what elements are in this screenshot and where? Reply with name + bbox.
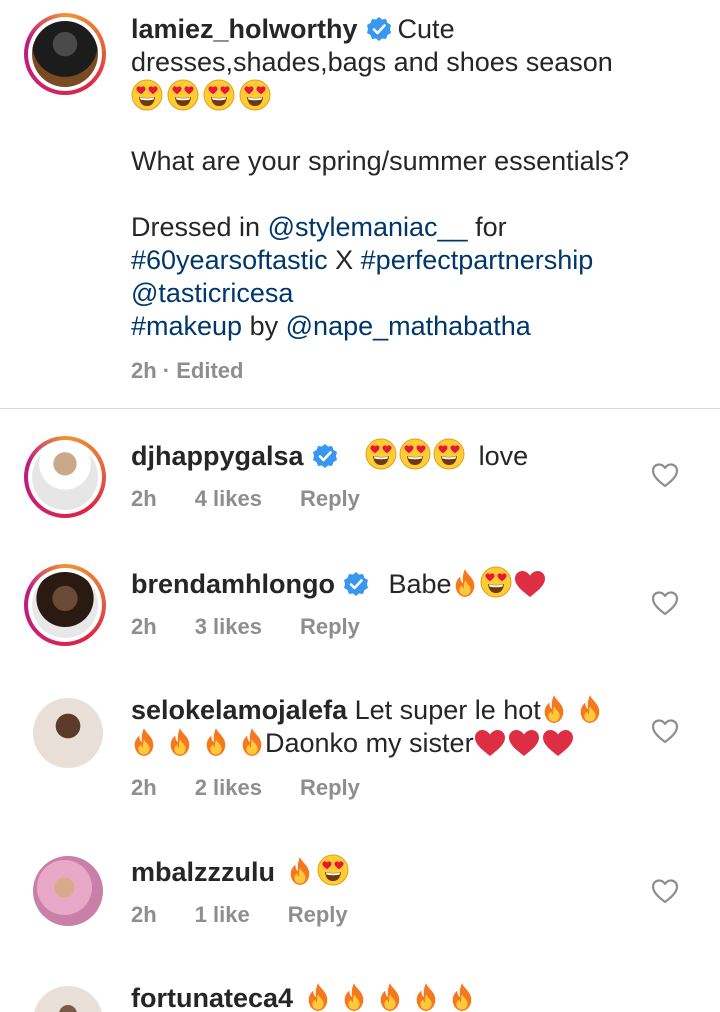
mention-nape-mathabatha[interactable]: @nape_mathabatha bbox=[286, 311, 531, 341]
caption-divider bbox=[0, 408, 720, 409]
comment-username[interactable]: mbalzzzulu bbox=[131, 857, 275, 887]
comment-username[interactable]: brendamhlongo bbox=[131, 569, 335, 599]
verified-badge-icon bbox=[343, 571, 369, 597]
emoji-row bbox=[131, 79, 691, 112]
comment-avatar[interactable] bbox=[33, 986, 103, 1012]
verified-badge-icon bbox=[366, 16, 392, 42]
comment-text: Babe bbox=[388, 569, 452, 599]
reply-button[interactable]: Reply bbox=[300, 614, 360, 639]
fire-emoji bbox=[449, 982, 475, 1012]
caption-meta: 2h · Edited bbox=[131, 358, 244, 383]
fire-emoji bbox=[577, 694, 603, 724]
verified-badge-icon bbox=[312, 443, 338, 469]
comment-time: 2h bbox=[131, 614, 157, 639]
like-heart-icon[interactable] bbox=[651, 878, 679, 904]
hashtag-60yearsoftastic[interactable]: #60yearsoftastic bbox=[131, 245, 328, 275]
heart-eyes-emoji bbox=[480, 566, 512, 598]
hashtag-makeup[interactable]: #makeup bbox=[131, 311, 242, 341]
like-heart-icon[interactable] bbox=[651, 462, 679, 488]
heart-eyes-emoji bbox=[399, 438, 431, 470]
mention-tasticricesa[interactable]: @tasticricesa bbox=[131, 278, 293, 308]
fire-emoji bbox=[203, 727, 229, 757]
comment-likes[interactable]: 4 likes bbox=[195, 486, 262, 511]
caption-by: by bbox=[249, 311, 279, 341]
fire-emoji bbox=[131, 727, 157, 757]
fire-emoji bbox=[452, 568, 478, 598]
post-caption: lamiez_holworthy Cute dresses,shades,bags… bbox=[0, 0, 720, 410]
comment-text-2: Daonko my sister bbox=[265, 728, 474, 758]
comment-meta: 2h 4 likes Reply bbox=[131, 486, 398, 512]
comment-username[interactable]: selokelamojalefa bbox=[131, 695, 347, 725]
comment-likes[interactable]: 2 likes bbox=[195, 775, 262, 800]
caption-x: X bbox=[335, 245, 354, 275]
comment-avatar[interactable] bbox=[33, 698, 103, 768]
heart-eyes-emoji bbox=[239, 79, 271, 111]
red-heart-emoji bbox=[508, 729, 540, 757]
hashtag-perfectpartnership[interactable]: #perfectpartnership bbox=[361, 245, 594, 275]
comment-meta: 2h 1 like Reply bbox=[131, 902, 386, 928]
fire-emoji bbox=[287, 856, 313, 886]
fire-emoji bbox=[377, 982, 403, 1012]
caption-question: What are your spring/summer essentials? bbox=[131, 146, 630, 176]
caption-for: for bbox=[475, 212, 507, 242]
comment-time: 2h bbox=[131, 775, 157, 800]
red-heart-emoji bbox=[542, 729, 574, 757]
red-heart-emoji bbox=[514, 570, 546, 598]
caption-line1: Cute bbox=[397, 14, 455, 44]
caption-text: lamiez_holworthy Cute dresses,shades,bags… bbox=[131, 13, 691, 343]
like-heart-icon[interactable] bbox=[651, 590, 679, 616]
heart-eyes-emoji bbox=[167, 79, 199, 111]
caption-dressed-in: Dressed in bbox=[131, 212, 261, 242]
fire-emoji bbox=[305, 982, 331, 1012]
comment-text: love bbox=[478, 441, 529, 471]
comment-avatar[interactable] bbox=[24, 564, 106, 646]
comment-avatar[interactable] bbox=[33, 856, 103, 926]
heart-eyes-emoji bbox=[317, 854, 349, 886]
fire-emoji bbox=[541, 694, 567, 724]
comment-time: 2h bbox=[131, 486, 157, 511]
heart-eyes-emoji bbox=[203, 79, 235, 111]
comment-username[interactable]: djhappygalsa bbox=[131, 441, 304, 471]
heart-eyes-emoji bbox=[131, 79, 163, 111]
reply-button[interactable]: Reply bbox=[300, 486, 360, 511]
fire-emoji bbox=[239, 727, 265, 757]
heart-eyes-emoji bbox=[433, 438, 465, 470]
fire-emoji bbox=[167, 727, 193, 757]
comment-meta: 2h 3 likes Reply bbox=[131, 614, 398, 640]
comment-likes[interactable]: 3 likes bbox=[195, 614, 262, 639]
comment-time: 2h bbox=[131, 902, 157, 927]
comment-avatar[interactable] bbox=[24, 436, 106, 518]
fire-emoji bbox=[413, 982, 439, 1012]
reply-button[interactable]: Reply bbox=[300, 775, 360, 800]
comment-username[interactable]: fortunateca4 bbox=[131, 983, 293, 1012]
fire-emoji bbox=[341, 982, 367, 1012]
caption-username[interactable]: lamiez_holworthy bbox=[131, 14, 358, 44]
mention-stylemaniac[interactable]: @stylemaniac__ bbox=[268, 212, 468, 242]
red-heart-emoji bbox=[474, 729, 506, 757]
caption-avatar[interactable] bbox=[24, 13, 106, 95]
reply-button[interactable]: Reply bbox=[288, 902, 348, 927]
comment-meta: 2h 2 likes Reply bbox=[131, 775, 398, 801]
like-heart-icon[interactable] bbox=[651, 718, 679, 744]
comment-likes[interactable]: 1 like bbox=[195, 902, 250, 927]
heart-eyes-emoji bbox=[365, 438, 397, 470]
caption-line2: dresses,shades,bags and shoes season bbox=[131, 47, 613, 77]
comment-text: Let super le hot bbox=[354, 695, 541, 725]
